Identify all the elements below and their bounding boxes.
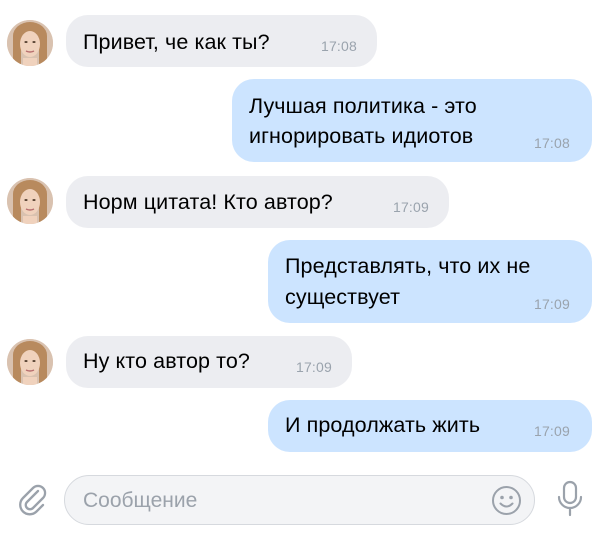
message-composer: Сообщение — [0, 466, 604, 534]
paperclip-icon[interactable] — [16, 482, 50, 516]
message-time: 17:08 — [533, 135, 570, 151]
avatar-photo — [7, 339, 53, 385]
message-bubble-outgoing[interactable]: Представлять, что их не существует 17:09 — [268, 240, 592, 323]
microphone-icon[interactable] — [554, 480, 586, 518]
message-time: 17:08 — [320, 38, 357, 54]
message-bubble-incoming[interactable]: Ну кто автор то? 17:09 — [66, 336, 352, 388]
message-bubble-incoming[interactable]: Норм цитата! Кто автор? 17:09 — [66, 176, 449, 228]
message-time: 17:09 — [533, 296, 570, 312]
message-time: 17:09 — [533, 423, 570, 439]
message-bubble-incoming[interactable]: Привет, че как ты? 17:08 — [66, 15, 377, 67]
smiley-icon[interactable] — [491, 485, 522, 516]
message-text: Норм цитата! Кто автор? — [83, 190, 333, 214]
message-input[interactable]: Сообщение — [64, 475, 535, 525]
message-input-placeholder: Сообщение — [83, 489, 198, 512]
avatar-photo — [7, 20, 53, 66]
avatar-photo — [7, 178, 53, 224]
message-time: 17:09 — [295, 359, 332, 375]
contact-avatar[interactable] — [7, 20, 53, 66]
contact-avatar[interactable] — [7, 339, 53, 385]
message-bubble-outgoing[interactable]: И продолжать жить 17:09 — [268, 400, 592, 452]
message-bubble-outgoing[interactable]: Лучшая политика - это игнорировать идиот… — [232, 79, 592, 162]
contact-avatar[interactable] — [7, 178, 53, 224]
message-time: 17:09 — [392, 199, 429, 215]
